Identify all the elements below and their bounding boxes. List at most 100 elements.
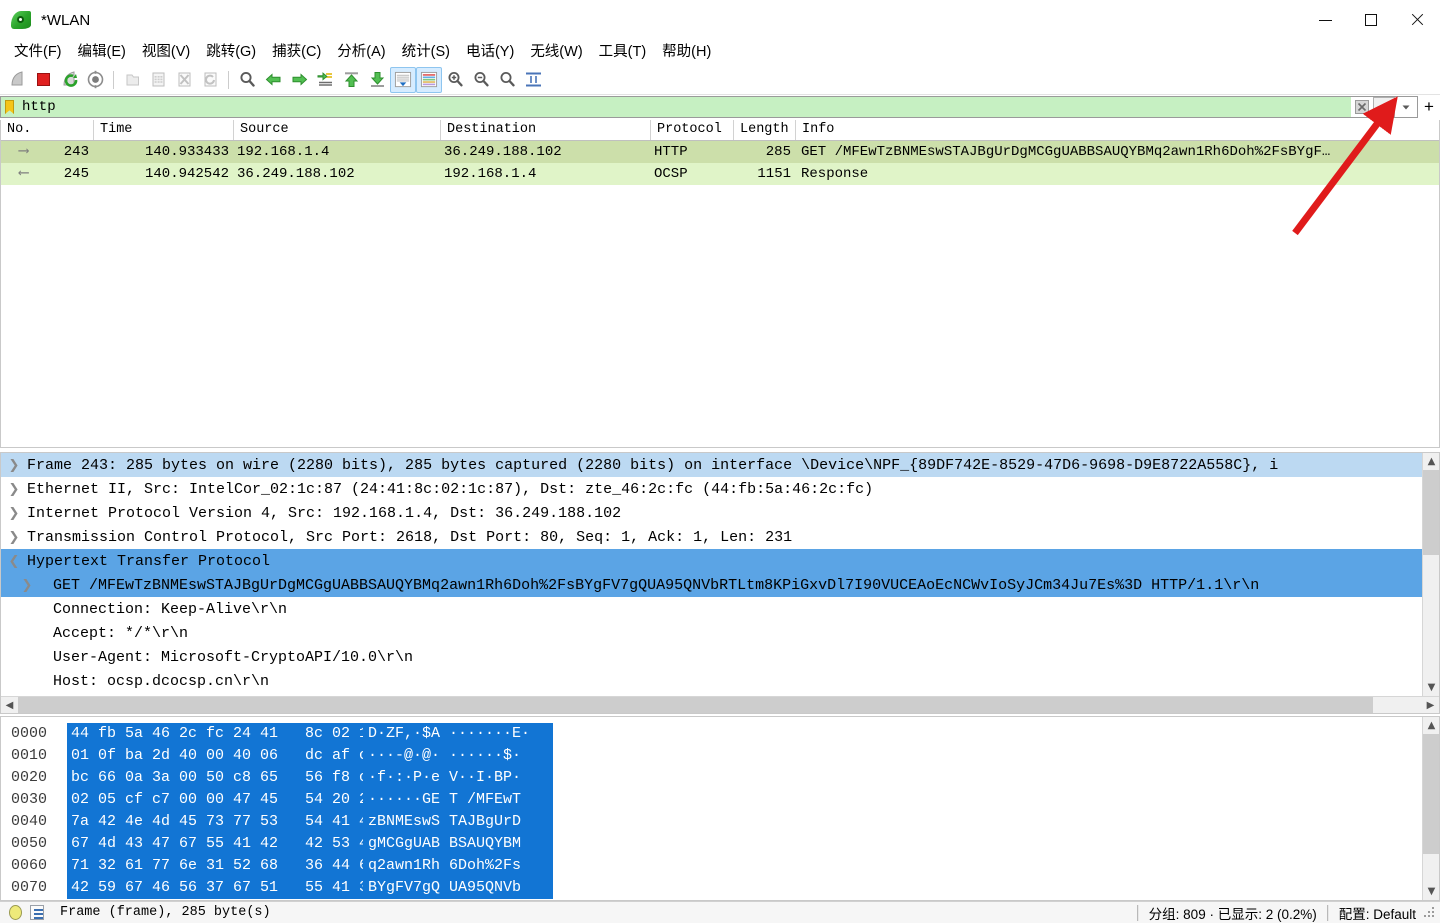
detail-row-http-useragent[interactable]: User-Agent: Microsoft-CryptoAPI/10.0\r\n — [1, 645, 1422, 669]
menu-statistics[interactable]: 统计(S) — [394, 41, 458, 64]
menu-go[interactable]: 跳转(G) — [198, 41, 264, 64]
menu-view[interactable]: 视图(V) — [134, 41, 198, 64]
close-file-icon[interactable] — [171, 67, 197, 93]
hex-ascii[interactable]: ···-@·@· ······$· — [363, 745, 553, 767]
table-row[interactable]: ⟶ 243 140.933433 192.168.1.4 36.249.188.… — [1, 141, 1439, 163]
scrollbar-thumb[interactable] — [1423, 734, 1439, 854]
zoom-out-icon[interactable] — [468, 67, 494, 93]
add-filter-button[interactable]: + — [1418, 96, 1440, 118]
menu-help[interactable]: 帮助(H) — [654, 41, 719, 64]
save-file-icon[interactable] — [145, 67, 171, 93]
go-to-packet-icon[interactable] — [312, 67, 338, 93]
status-profile[interactable]: 配置: Default — [1339, 903, 1416, 923]
detail-row-tcp[interactable]: ❯ Transmission Control Protocol, Src Por… — [1, 525, 1422, 549]
resize-grip-icon[interactable] — [1424, 906, 1436, 919]
chevron-right-icon[interactable]: ❯ — [1, 506, 27, 521]
detail-row-ethernet[interactable]: ❯ Ethernet II, Src: IntelCor_02:1c:87 (2… — [1, 477, 1422, 501]
column-header-source[interactable]: Source — [234, 120, 441, 140]
detail-row-http-accept[interactable]: Accept: */*\r\n — [1, 621, 1422, 645]
column-header-protocol[interactable]: Protocol — [651, 120, 734, 140]
packet-bytes-pane[interactable]: 0000 0010 0020 0030 0040 0050 0060 0070 … — [0, 716, 1440, 901]
packet-details-pane[interactable]: ❯ Frame 243: 285 bytes on wire (2280 bit… — [0, 452, 1440, 714]
scrollbar-thumb[interactable] — [18, 696, 1373, 713]
open-file-icon[interactable] — [119, 67, 145, 93]
bytes-vertical-scrollbar[interactable]: ▲ ▼ — [1422, 717, 1439, 900]
detail-row-http[interactable]: ❮ Hypertext Transfer Protocol — [1, 549, 1422, 573]
zoom-reset-icon[interactable] — [494, 67, 520, 93]
close-button[interactable] — [1394, 0, 1440, 40]
hex-ascii[interactable]: zBNMEswS TAJBgUrD — [363, 811, 553, 833]
go-to-last-icon[interactable] — [364, 67, 390, 93]
start-capture-icon[interactable] — [4, 67, 30, 93]
capture-options-icon[interactable] — [82, 67, 108, 93]
menu-capture[interactable]: 捕获(C) — [264, 41, 329, 64]
hex-bytes-column[interactable]: 44 fb 5a 46 2c fc 24 41 8c 02 1c 87 08 0… — [67, 717, 512, 900]
restart-capture-icon[interactable] — [56, 67, 82, 93]
column-header-time[interactable]: Time — [94, 120, 234, 140]
hex-ascii[interactable]: D·ZF,·$A ·······E· — [363, 723, 553, 745]
menu-edit[interactable]: 编辑(E) — [70, 41, 134, 64]
hex-ascii[interactable]: gMCGgUAB BSAUQYBM — [363, 833, 553, 855]
maximize-button[interactable] — [1348, 0, 1394, 40]
scrollbar-track[interactable] — [18, 696, 1422, 713]
menu-wireless[interactable]: 无线(W) — [522, 41, 590, 64]
find-packet-icon[interactable] — [234, 67, 260, 93]
chevron-left-icon[interactable]: ◀ — [1, 697, 18, 714]
chevron-up-icon[interactable]: ▲ — [1423, 717, 1439, 734]
stop-capture-icon[interactable] — [30, 67, 56, 93]
chevron-down-icon[interactable] — [1395, 97, 1417, 117]
hex-ascii[interactable]: BYgFV7gQ UA95QNVb — [363, 877, 553, 899]
table-row[interactable]: ⟵ 245 140.942542 36.249.188.102 192.168.… — [1, 163, 1439, 185]
chevron-right-icon[interactable]: ❯ — [1, 482, 27, 497]
hex-bytes[interactable]: 67 4d 43 47 67 55 41 42 42 53 41 55 51 5… — [67, 833, 512, 855]
bookmark-icon[interactable] — [2, 97, 17, 117]
auto-scroll-icon[interactable] — [390, 66, 416, 93]
reload-file-icon[interactable] — [197, 67, 223, 93]
expert-info-bulb-icon[interactable] — [9, 905, 22, 920]
chevron-up-icon[interactable]: ▲ — [1423, 453, 1439, 470]
detail-row-ipv4[interactable]: ❯ Internet Protocol Version 4, Src: 192.… — [1, 501, 1422, 525]
scrollbar-thumb[interactable] — [1423, 470, 1439, 555]
capture-comment-icon[interactable] — [30, 905, 44, 920]
column-header-info[interactable]: Info — [796, 120, 1439, 140]
hex-bytes[interactable]: 71 32 61 77 6e 31 52 68 36 44 6f 68 25 3… — [67, 855, 512, 877]
detail-row-http-request-line[interactable]: ❯ GET /MFEwTzBNMEswSTAJBgUrDgMCGgUABBSAU… — [1, 573, 1422, 597]
zoom-in-icon[interactable] — [442, 67, 468, 93]
chevron-right-icon[interactable]: ❯ — [1, 530, 27, 545]
chevron-right-icon[interactable]: ▶ — [1422, 697, 1439, 714]
chevron-right-icon[interactable]: ❯ — [1, 578, 53, 593]
apply-filter-arrow-icon[interactable] — [1373, 97, 1395, 117]
display-filter-input[interactable] — [17, 97, 1351, 117]
colorize-icon[interactable] — [416, 66, 442, 93]
hex-ascii[interactable]: ······GE T /MFEwT — [363, 789, 553, 811]
detail-row-http-host[interactable]: Host: ocsp.dcocsp.cn\r\n — [1, 669, 1422, 693]
hex-ascii[interactable]: q2awn1Rh 6Doh%2Fs — [363, 855, 553, 877]
go-back-icon[interactable] — [260, 67, 286, 93]
chevron-down-icon[interactable]: ▼ — [1423, 883, 1439, 900]
hex-ascii[interactable]: ·f·:·P·e V··I·BP· — [363, 767, 553, 789]
hex-bytes[interactable]: 02 05 cf c7 00 00 47 45 54 20 2f 4d 46 4… — [67, 789, 512, 811]
menu-telephony[interactable]: 电话(Y) — [458, 41, 522, 64]
menu-file[interactable]: 文件(F) — [6, 41, 70, 64]
hex-bytes[interactable]: 01 0f ba 2d 40 00 40 06 dc af c0 a8 01 0… — [67, 745, 512, 767]
packet-list-pane[interactable]: No. Time Source Destination Protocol Len… — [0, 120, 1440, 448]
hex-bytes[interactable]: 44 fb 5a 46 2c fc 24 41 8c 02 1c 87 08 0… — [67, 723, 512, 745]
details-vertical-scrollbar[interactable]: ▲ ▼ — [1422, 453, 1439, 696]
minimize-button[interactable] — [1302, 0, 1348, 40]
go-forward-icon[interactable] — [286, 67, 312, 93]
details-horizontal-scrollbar[interactable]: ◀ ▶ — [1, 696, 1439, 713]
hex-ascii-column[interactable]: D·ZF,·$A ·······E· ···-@·@· ······$· ·f·… — [363, 717, 553, 900]
hex-bytes[interactable]: 42 59 67 46 56 37 67 51 55 41 39 35 51 4… — [67, 877, 512, 899]
column-header-destination[interactable]: Destination — [441, 120, 651, 140]
chevron-down-icon[interactable]: ❮ — [1, 554, 27, 569]
hex-bytes[interactable]: bc 66 0a 3a 00 50 c8 65 56 f8 c1 49 f4 4… — [67, 767, 512, 789]
resize-columns-icon[interactable] — [520, 67, 546, 93]
menu-tools[interactable]: 工具(T) — [591, 41, 655, 64]
hex-bytes[interactable]: 7a 42 4e 4d 45 73 77 53 54 41 4a 42 67 5… — [67, 811, 512, 833]
column-header-no[interactable]: No. — [1, 120, 94, 140]
display-filter-input-wrap[interactable] — [0, 96, 1418, 118]
chevron-down-icon[interactable]: ▼ — [1423, 679, 1439, 696]
detail-row-http-connection[interactable]: Connection: Keep-Alive\r\n — [1, 597, 1422, 621]
menu-analyze[interactable]: 分析(A) — [329, 41, 393, 64]
go-to-first-icon[interactable] — [338, 67, 364, 93]
